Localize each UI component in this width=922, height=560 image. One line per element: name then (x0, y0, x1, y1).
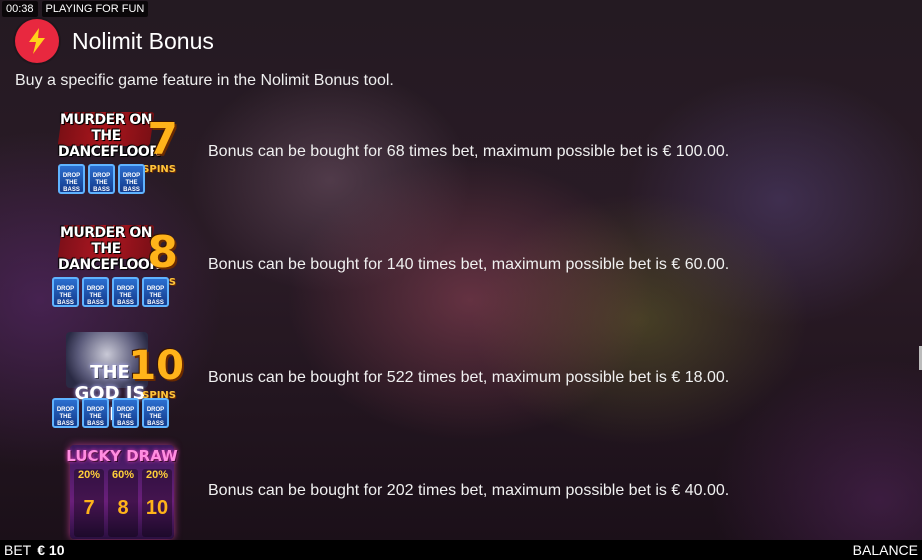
lucky-draw-option: 60% 8 (108, 469, 138, 537)
drop-the-bass-tile: DROP THE BASS (52, 277, 79, 307)
drop-the-bass-tile: DROP THE BASS (112, 398, 139, 428)
bonus-thumbnail: MURDER ON THE DANCEFLOOR 8 SPINS DROP TH… (48, 215, 188, 315)
drop-the-bass-tile: DROP THE BASS (118, 164, 145, 194)
bonus-thumbnail: LUCKY DRAW 20% 7 60% 8 20% 10 (48, 441, 188, 541)
lucky-draw-spins: 8 (117, 497, 129, 519)
lucky-draw-chance: 20% (145, 469, 169, 481)
spins-label: SPINS (142, 164, 176, 175)
drop-the-bass-tile: DROP THE BASS (112, 277, 139, 307)
status-bar: 00:38 PLAYING FOR FUN (2, 1, 149, 17)
spins-count: 10 (128, 343, 184, 389)
page-title: Nolimit Bonus (72, 27, 214, 54)
bonus-thumbnail: MURDER ON THE DANCEFLOOR 7 SPINS DROP TH… (48, 102, 188, 202)
drop-the-bass-tile: DROP THE BASS (82, 277, 109, 307)
bonus-description: Bonus can be bought for 68 times bet, ma… (208, 143, 730, 160)
bonus-art-title: MURDER ON THE DANCEFLOOR (58, 112, 160, 160)
lucky-draw-spins: 10 (145, 497, 169, 519)
spins-count: 8 (147, 227, 178, 278)
drop-the-bass-tile: DROP THE BASS (82, 398, 109, 428)
clock: 00:38 (2, 1, 38, 17)
bonus-art-title: MURDER ON THE DANCEFLOOR (58, 225, 160, 273)
bet-label: BET (4, 542, 32, 558)
drop-the-bass-tile: DROP THE BASS (142, 277, 169, 307)
bottom-bar: BET € 10 BALANCE (0, 540, 922, 560)
lucky-draw-chance: 60% (111, 469, 135, 481)
drop-the-bass-tile: DROP THE BASS (52, 398, 79, 428)
lucky-draw-spins: 7 (83, 497, 95, 519)
bonus-item[interactable]: MURDER ON THE DANCEFLOOR 8 SPINS DROP TH… (48, 215, 868, 315)
bonus-description: Bonus can be bought for 522 times bet, m… (208, 369, 730, 386)
intro-text: Buy a specific game feature in the Nolim… (15, 72, 394, 89)
page-header: Nolimit Bonus (15, 19, 214, 63)
bonus-item[interactable]: MURDER ON THE DANCEFLOOR 7 SPINS DROP TH… (48, 102, 868, 202)
bonus-art-title: LUCKY DRAW (66, 447, 178, 465)
drop-the-bass-tile: DROP THE BASS (88, 164, 115, 194)
lucky-draw-option: 20% 7 (74, 469, 104, 537)
spins-count: 7 (147, 114, 178, 165)
lightning-icon (15, 19, 59, 63)
lucky-draw-option: 20% 10 (142, 469, 172, 537)
bonus-item[interactable]: THE GOD IS A DJ 10 SPINS DROP THE BASS D… (48, 328, 868, 428)
drop-the-bass-tile: DROP THE BASS (142, 398, 169, 428)
bet-value: € 10 (37, 542, 65, 558)
lucky-draw-chance: 20% (77, 469, 101, 481)
bonus-description: Bonus can be bought for 140 times bet, m… (208, 256, 730, 273)
bonus-item[interactable]: LUCKY DRAW 20% 7 60% 8 20% 10 Bonus can … (48, 441, 868, 541)
bet-display[interactable]: BET € 10 (0, 542, 64, 558)
bonus-thumbnail: THE GOD IS A DJ 10 SPINS DROP THE BASS D… (48, 328, 188, 428)
bonus-description: Bonus can be bought for 202 times bet, m… (208, 482, 730, 499)
drop-the-bass-tile: DROP THE BASS (58, 164, 85, 194)
play-mode-badge: PLAYING FOR FUN (41, 1, 149, 17)
balance-label: BALANCE (852, 542, 918, 558)
